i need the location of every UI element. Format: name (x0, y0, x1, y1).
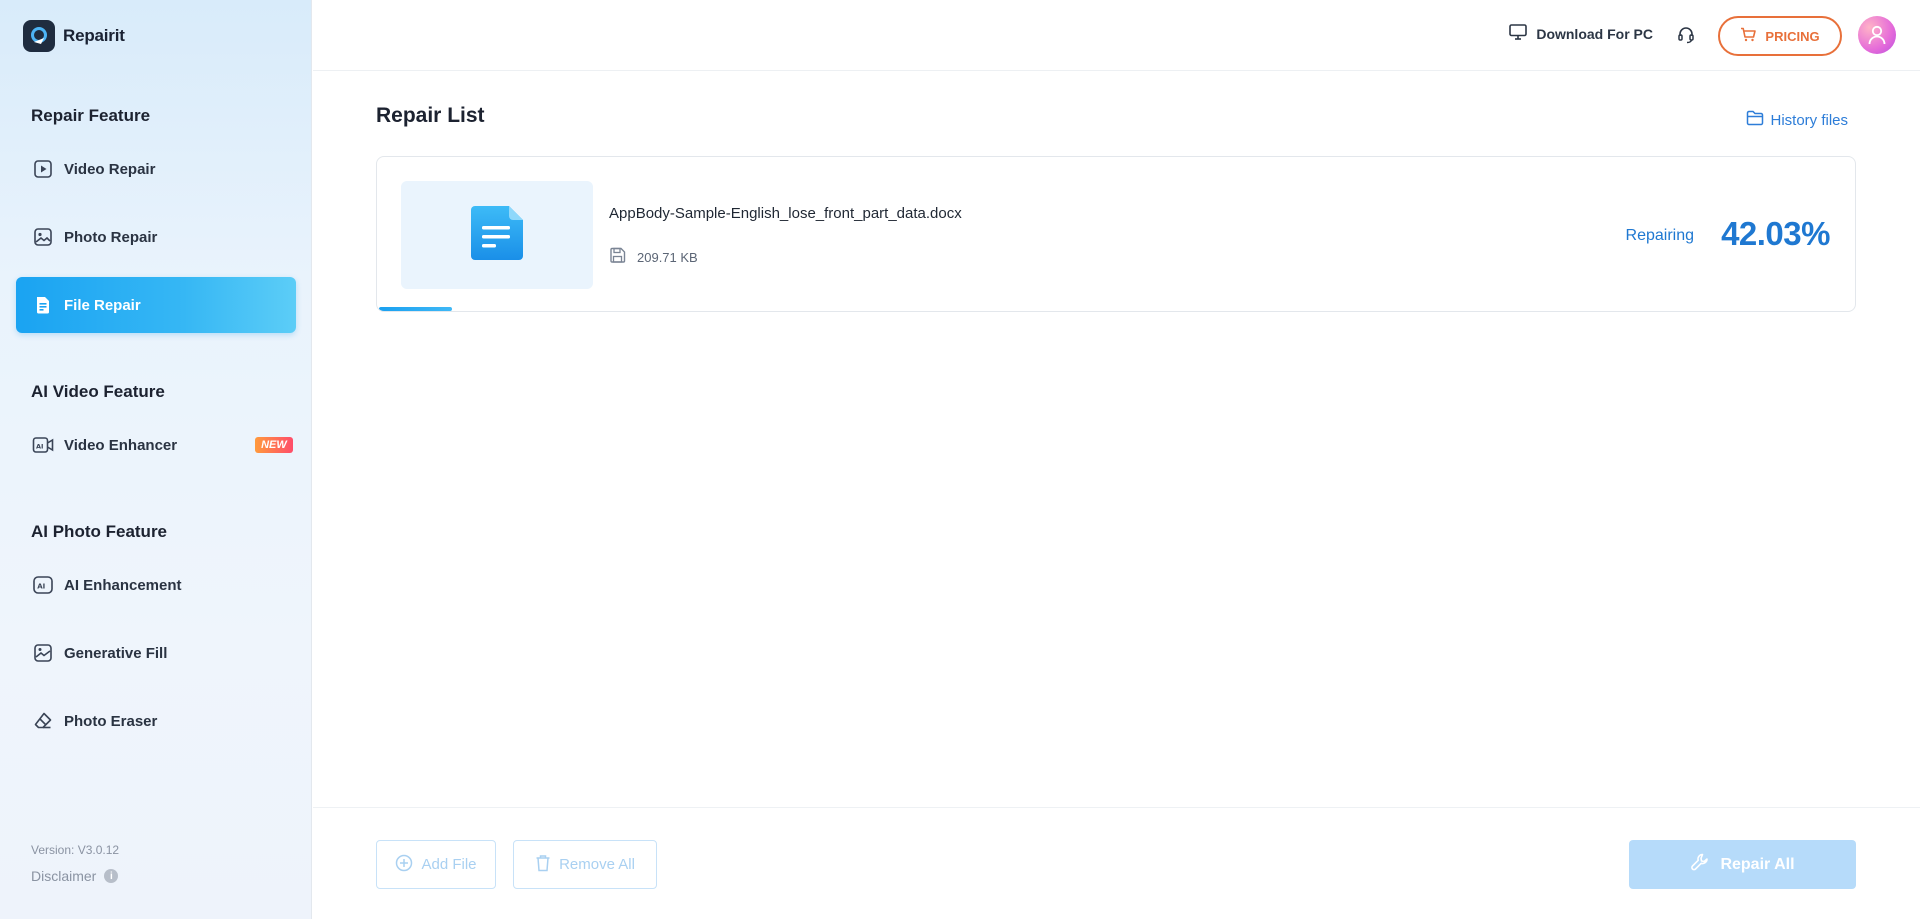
info-icon: i (104, 869, 119, 883)
pricing-button[interactable]: PRICING (1718, 16, 1842, 56)
ai-video-icon: AI (32, 434, 54, 456)
save-disk-icon (609, 247, 626, 267)
repairit-logo-icon (23, 20, 55, 52)
monitor-icon (1509, 24, 1528, 43)
sidebar-item-label: Photo Eraser (64, 712, 158, 730)
fill-icon (32, 642, 54, 664)
pricing-label: PRICING (1765, 28, 1820, 44)
docx-file-icon (469, 204, 525, 267)
svg-text:AI: AI (37, 583, 45, 591)
repair-all-label: Repair All (1720, 855, 1795, 873)
app-name: Repairit (63, 26, 125, 45)
download-for-pc-button[interactable]: Download For PC (1509, 24, 1653, 43)
repair-status: Repairing (1625, 227, 1694, 244)
ai-photo-icon: AI (32, 574, 54, 596)
new-badge: NEW (255, 437, 293, 453)
history-files-label: History files (1770, 111, 1848, 129)
eraser-icon (32, 710, 54, 732)
sidebar-item-label: File Repair (64, 296, 141, 314)
user-avatar[interactable] (1858, 16, 1896, 54)
wrench-icon (1690, 852, 1710, 877)
headset-support-icon[interactable] (1676, 25, 1698, 47)
remove-all-label: Remove All (559, 856, 635, 873)
top-header: Download For PC PRICING (313, 0, 1920, 71)
progress-bar-fill (379, 307, 453, 311)
history-files-link[interactable]: History files (1746, 110, 1848, 130)
trash-icon (535, 854, 551, 876)
svg-text:AI: AI (36, 443, 43, 451)
repair-file-card[interactable]: AppBody-Sample-English_lose_front_part_d… (376, 156, 1856, 312)
file-name: AppBody-Sample-English_lose_front_part_d… (609, 205, 962, 222)
plus-circle-icon (395, 854, 413, 876)
sidebar-item-label: AI Enhancement (64, 576, 182, 594)
add-file-button[interactable]: Add File (376, 840, 496, 889)
sidebar-item-video-enhancer[interactable]: AI Video Enhancer NEW (16, 417, 296, 473)
sidebar-item-label: Photo Repair (64, 228, 158, 246)
section-title-ai-photo: AI Photo Feature (31, 522, 168, 541)
progress-track (379, 307, 1855, 311)
folder-icon (1746, 110, 1764, 130)
file-size-row: 209.71 KB (609, 247, 698, 267)
download-for-pc-label: Download For PC (1536, 25, 1653, 42)
sidebar-item-label: Video Repair (64, 160, 156, 178)
file-size: 209.71 KB (637, 249, 698, 265)
add-file-label: Add File (421, 856, 477, 873)
play-icon (32, 158, 54, 180)
sidebar-item-ai-enhancement[interactable]: AI AI Enhancement (16, 557, 296, 613)
page-title: Repair List (376, 104, 485, 127)
sidebar-item-photo-eraser[interactable]: Photo Eraser (16, 693, 296, 749)
sidebar-item-photo-repair[interactable]: Photo Repair (16, 209, 296, 265)
sidebar-item-label: Generative Fill (64, 644, 168, 662)
sidebar: Repairit Repair Feature Video Repair Pho… (0, 0, 312, 919)
sidebar-item-label: Video Enhancer (64, 436, 178, 454)
sidebar-item-generative-fill[interactable]: Generative Fill (16, 625, 296, 681)
repair-percentage: 42.03% (1721, 215, 1830, 252)
file-thumbnail (401, 181, 593, 289)
section-title-repair: Repair Feature (31, 106, 151, 125)
section-title-ai-video: AI Video Feature (31, 382, 165, 401)
sidebar-item-video-repair[interactable]: Video Repair (16, 141, 296, 197)
disclaimer-link[interactable]: Disclaimer i (31, 868, 119, 884)
disclaimer-label: Disclaimer (31, 868, 97, 884)
app-version: Version: V3.0.12 (31, 843, 120, 857)
photo-icon (32, 226, 54, 248)
document-icon (32, 294, 54, 316)
remove-all-button[interactable]: Remove All (513, 840, 657, 889)
sidebar-item-file-repair[interactable]: File Repair (16, 277, 296, 333)
cart-icon (1740, 27, 1757, 45)
app-logo[interactable]: Repairit (23, 20, 125, 52)
repair-all-button[interactable]: Repair All (1629, 840, 1856, 889)
